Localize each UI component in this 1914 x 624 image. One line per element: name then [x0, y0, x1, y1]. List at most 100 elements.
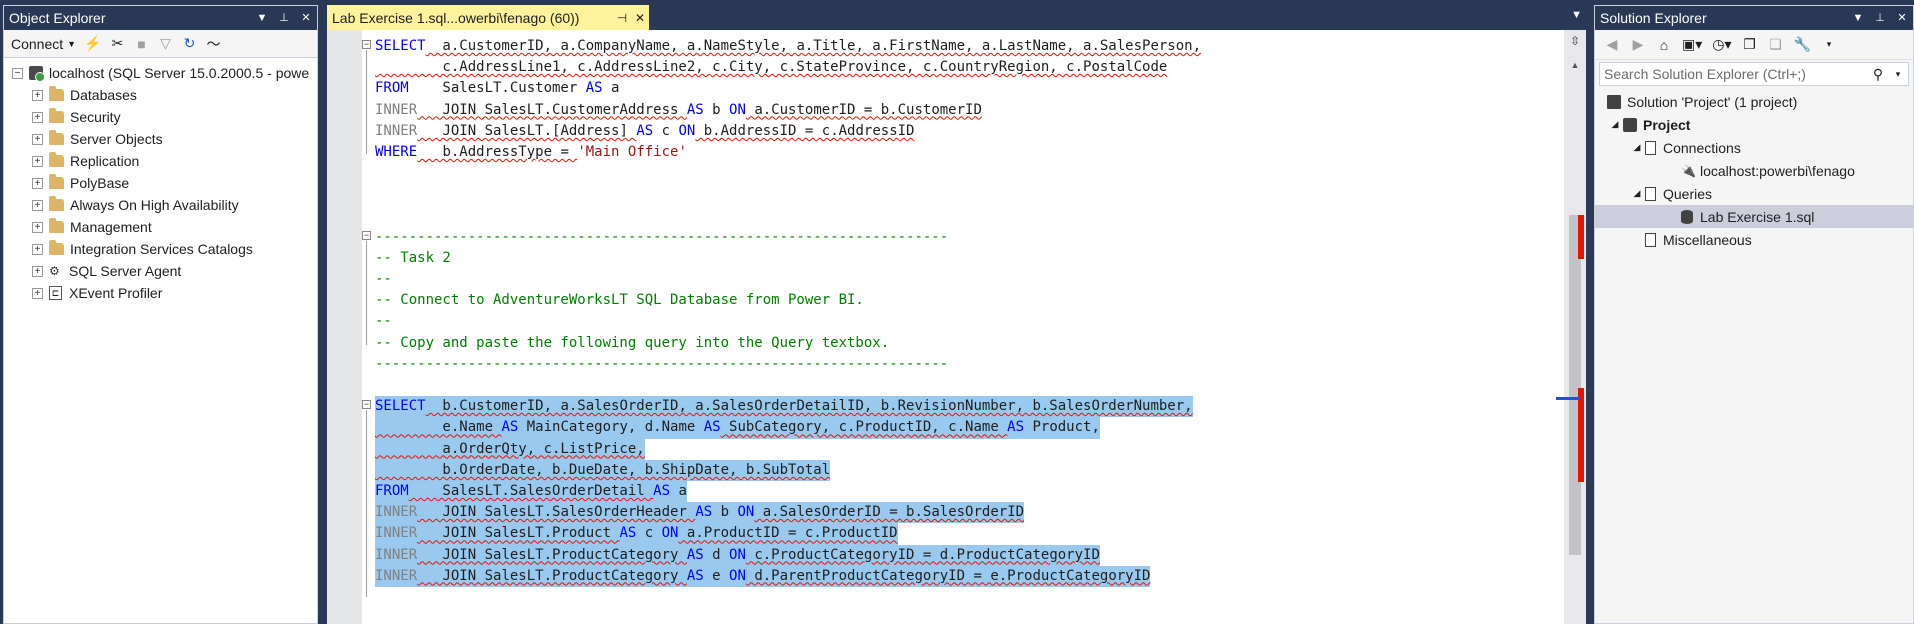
error-marker: [1578, 215, 1584, 259]
refresh-icon[interactable]: ↻: [179, 33, 201, 55]
code-area[interactable]: − − − SELECT a.CustomerID, a.CompanyName…: [327, 30, 1564, 624]
code-line-selected: INNER JOIN SalesLT.ProductCategory AS e …: [375, 565, 1201, 587]
disconnect-icon[interactable]: ✂: [107, 33, 129, 55]
tab-list-dropdown-icon[interactable]: ▼: [1571, 9, 1582, 21]
close-icon[interactable]: ✕: [295, 6, 317, 30]
solution-icon: [1607, 94, 1621, 109]
solution-explorer-title-bar: Solution Explorer ▼ ⊥ ✕: [1595, 6, 1913, 30]
toolbar-overflow-chevron-icon[interactable]: ▾: [1818, 34, 1840, 56]
document-tab-lab-exercise[interactable]: Lab Exercise 1.sql...owerbi\fenago (60))…: [327, 5, 649, 30]
tree-node-sql-agent[interactable]: + ⚙ SQL Server Agent: [4, 260, 317, 282]
tree-node-polybase[interactable]: + PolyBase: [4, 172, 317, 194]
query-item-selected[interactable]: Lab Exercise 1.sql: [1595, 205, 1913, 228]
code-line: -- Copy and paste the following query in…: [375, 334, 890, 351]
solution-search-input[interactable]: Search Solution Explorer (Ctrl+;) ⚲ ▾: [1599, 62, 1909, 86]
connection-item[interactable]: 🔌 localhost:powerbi\fenago: [1595, 159, 1913, 182]
editor-vertical-scrollbar[interactable]: ⇳ ▲: [1556, 30, 1586, 624]
collapse-triangle-icon[interactable]: ◢: [1629, 142, 1645, 153]
collapse-triangle-icon[interactable]: ◢: [1629, 188, 1645, 199]
connections-label: Connections: [1663, 139, 1741, 156]
server-node[interactable]: − localhost (SQL Server 15.0.2000.5 - po…: [4, 62, 317, 84]
expand-icon[interactable]: +: [32, 133, 43, 145]
fold-icon[interactable]: −: [362, 400, 371, 409]
code-line: WHERE b.AddressType = 'Main Office': [375, 143, 687, 160]
folder-icon: [49, 218, 64, 233]
folder-doc-icon: [1645, 186, 1656, 201]
collapse-all-icon[interactable]: ❐: [1739, 34, 1761, 56]
activity-monitor-icon[interactable]: 〜: [203, 33, 225, 55]
editor-margin-line: [361, 30, 362, 624]
project-node[interactable]: ◢ Project: [1595, 113, 1913, 136]
code-line-selected: a.OrderQty, c.ListPrice,: [375, 438, 1201, 460]
solution-label: Solution 'Project' (1 project): [1627, 93, 1798, 110]
connect-button[interactable]: Connect ▼: [8, 33, 79, 55]
code-line: SELECT a.CustomerID, a.CompanyName, a.Na…: [375, 38, 1202, 54]
scrollbar-thumb[interactable]: [1569, 215, 1581, 555]
show-all-files-icon[interactable]: ❏: [1765, 34, 1787, 56]
code-line-selected: FROM SalesLT.SalesOrderDetail AS a: [375, 480, 1201, 503]
search-placeholder: Search Solution Explorer (Ctrl+;): [1604, 66, 1806, 82]
tree-node-label: Security: [70, 109, 121, 125]
fold-guide: [366, 50, 367, 154]
expand-icon[interactable]: +: [32, 221, 43, 233]
fold-icon[interactable]: −: [362, 231, 371, 240]
pending-changes-filter-icon[interactable]: ◷▾: [1709, 34, 1734, 56]
code-line-selected: SELECT b.CustomerID, a.SalesOrderID, a.S…: [375, 396, 1201, 418]
tree-node-label: Integration Services Catalogs: [70, 241, 253, 257]
search-options-chevron-icon[interactable]: ▾: [1888, 69, 1908, 80]
home-icon[interactable]: ⌂: [1653, 34, 1675, 56]
code-line-selected: INNER JOIN SalesLT.SalesOrderHeader AS b…: [375, 502, 1201, 524]
expand-icon[interactable]: +: [32, 89, 43, 101]
scroll-up-arrow-icon[interactable]: ▲: [1564, 60, 1586, 70]
expand-icon[interactable]: +: [32, 111, 43, 123]
connection-item-label: localhost:powerbi\fenago: [1700, 162, 1855, 179]
queries-node[interactable]: ◢ Queries: [1595, 182, 1913, 205]
expand-icon[interactable]: +: [32, 265, 43, 277]
pin-icon[interactable]: ⊥: [1869, 6, 1891, 30]
forward-arrow-icon[interactable]: ▶: [1627, 34, 1649, 56]
fold-icon[interactable]: −: [362, 40, 371, 49]
folder-icon: [49, 152, 64, 167]
miscellaneous-node[interactable]: Miscellaneous: [1595, 228, 1913, 251]
stop-icon[interactable]: ■: [131, 33, 153, 55]
expand-icon[interactable]: +: [32, 155, 43, 167]
sql-file-icon: [1681, 209, 1693, 224]
solution-node[interactable]: Solution 'Project' (1 project): [1595, 90, 1913, 113]
properties-wrench-icon[interactable]: 🔧: [1791, 34, 1814, 56]
search-icon[interactable]: ⚲: [1868, 66, 1888, 83]
filter-icon[interactable]: ▽: [155, 33, 177, 55]
tree-node-integration-services[interactable]: + Integration Services Catalogs: [4, 238, 317, 260]
connect-plug-icon[interactable]: ⚡: [81, 33, 104, 55]
expand-icon[interactable]: +: [32, 243, 43, 255]
folder-doc-icon: [1645, 140, 1656, 155]
collapse-icon[interactable]: −: [12, 67, 23, 79]
switch-views-icon[interactable]: ▣▾: [1679, 34, 1705, 56]
expand-icon[interactable]: +: [32, 177, 43, 189]
tree-node-replication[interactable]: + Replication: [4, 150, 317, 172]
tree-node-databases[interactable]: + Databases: [4, 84, 317, 106]
tree-node-management[interactable]: + Management: [4, 216, 317, 238]
folder-icon: [49, 240, 64, 255]
close-icon[interactable]: ✕: [1891, 6, 1913, 30]
expand-icon[interactable]: +: [32, 287, 43, 299]
code-line: -- Connect to AdventureWorksLT SQL Datab…: [375, 292, 864, 309]
pin-icon[interactable]: ⊥: [273, 6, 295, 30]
tree-node-always-on[interactable]: + Always On High Availability: [4, 194, 317, 216]
solution-tree: Solution 'Project' (1 project) ◢ Project…: [1595, 88, 1913, 251]
split-window-icon[interactable]: ⇳: [1567, 34, 1583, 48]
pin-tab-icon[interactable]: ⊣: [613, 11, 631, 25]
tree-node-label: Management: [70, 219, 152, 235]
panel-options-chevron-icon[interactable]: ▼: [1847, 6, 1869, 30]
miscellaneous-label: Miscellaneous: [1663, 231, 1752, 248]
expand-icon[interactable]: +: [32, 199, 43, 211]
close-tab-icon[interactable]: ✕: [631, 11, 649, 25]
tree-node-security[interactable]: + Security: [4, 106, 317, 128]
tree-node-xevent-profiler[interactable]: + ⊏ XEvent Profiler: [4, 282, 317, 304]
back-arrow-icon[interactable]: ◀: [1601, 34, 1623, 56]
panel-options-chevron-icon[interactable]: ▼: [251, 6, 273, 30]
connections-node[interactable]: ◢ Connections: [1595, 136, 1913, 159]
tree-node-server-objects[interactable]: + Server Objects: [4, 128, 317, 150]
folder-icon: [49, 196, 64, 211]
collapse-triangle-icon[interactable]: ◢: [1607, 119, 1623, 130]
